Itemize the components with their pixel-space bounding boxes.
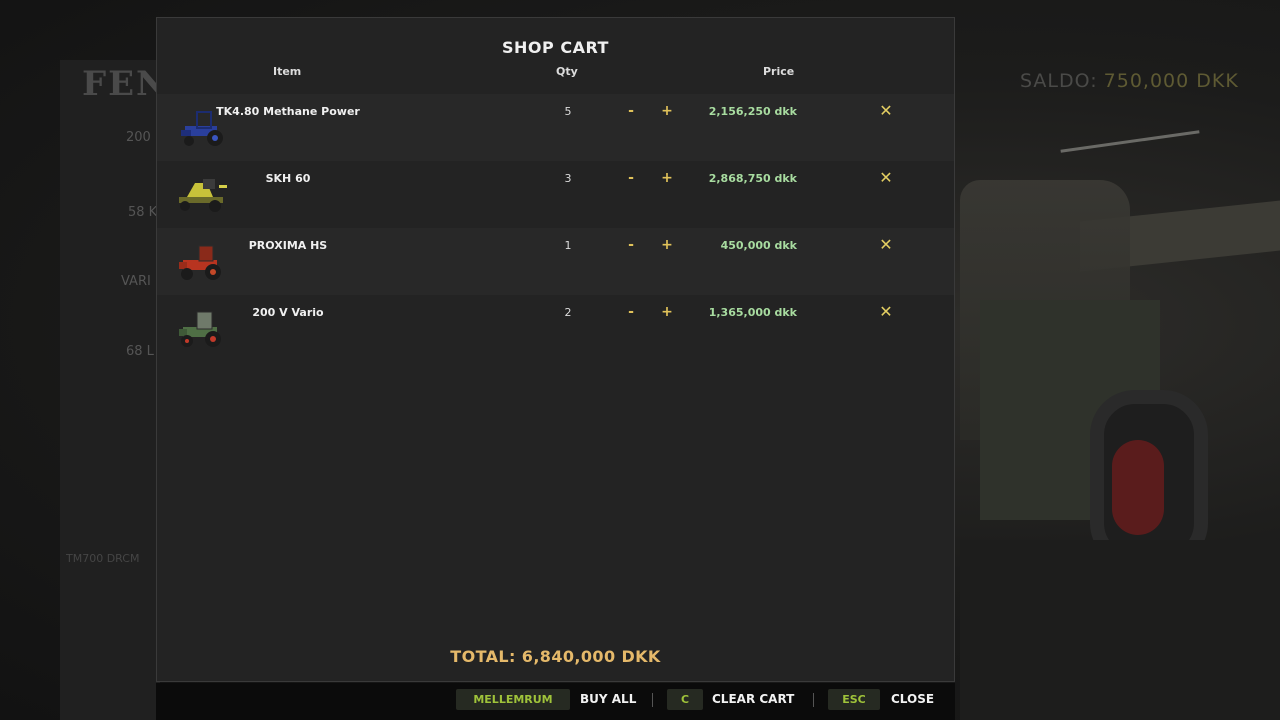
column-header-price: Price <box>763 65 795 78</box>
cart-row: 200 V Vario 2 - + 1,365,000 dkk ✕ <box>157 295 954 362</box>
item-name: PROXIMA HS <box>248 239 328 252</box>
remove-item-button[interactable]: ✕ <box>875 168 897 187</box>
balance-label: SALDO: <box>1020 70 1098 92</box>
background-floor <box>960 540 1280 720</box>
decrease-qty-button[interactable]: - <box>622 170 640 186</box>
column-header-qty: Qty <box>556 65 578 78</box>
cart-row: PROXIMA HS 1 - + 450,000 dkk ✕ <box>157 228 954 295</box>
cart-total: TOTAL: 6,840,000 DKK <box>450 647 661 666</box>
key-hint-space: MELLEMRUM <box>456 689 570 710</box>
column-header-item: Item <box>273 65 302 78</box>
item-name: TK4.80 Methane Power <box>216 105 360 118</box>
background-spec: 68 L <box>126 344 154 359</box>
background-wheel-hub <box>1112 440 1164 535</box>
background-spec: 200 <box>126 130 151 145</box>
item-qty: 5 <box>564 105 572 118</box>
shop-cart-dialog: SHOP CART Item Qty Price TK4.80 Methane … <box>156 17 955 682</box>
remove-item-button[interactable]: ✕ <box>875 101 897 120</box>
decrease-qty-button[interactable]: - <box>622 103 640 119</box>
item-qty: 3 <box>564 172 572 185</box>
background-vehicle-panel <box>60 60 160 720</box>
item-qty: 1 <box>564 239 572 252</box>
increase-qty-button[interactable]: + <box>658 237 676 253</box>
background-footer-hint: TM700 DRCM <box>66 552 140 565</box>
increase-qty-button[interactable]: + <box>658 304 676 320</box>
action-divider <box>813 693 814 707</box>
balance-value: 750,000 DKK <box>1103 70 1239 92</box>
key-hint-c: C <box>667 689 703 710</box>
background-spec: 58 K <box>128 205 158 220</box>
item-price: 2,868,750 dkk <box>708 172 797 185</box>
remove-item-button[interactable]: ✕ <box>875 302 897 321</box>
item-name: 200 V Vario <box>252 306 324 319</box>
cart-row: TK4.80 Methane Power 5 - + 2,156,250 dkk… <box>157 94 954 161</box>
item-price: 2,156,250 dkk <box>708 105 797 118</box>
cart-row: SKH 60 3 - + 2,868,750 dkk ✕ <box>157 161 954 228</box>
key-hint-esc: ESC <box>828 689 880 710</box>
decrease-qty-button[interactable]: - <box>622 304 640 320</box>
background-spec: VARI <box>121 274 151 289</box>
increase-qty-button[interactable]: + <box>658 103 676 119</box>
dialog-title: SHOP CART <box>502 38 609 57</box>
remove-item-button[interactable]: ✕ <box>875 235 897 254</box>
clear-cart-button[interactable]: CLEAR CART <box>712 689 794 710</box>
item-qty: 2 <box>564 306 572 319</box>
background-balance: SALDO: 750,000 DKK <box>1020 70 1239 92</box>
background-light-beam <box>1060 130 1200 153</box>
close-button[interactable]: CLOSE <box>891 689 934 710</box>
buy-all-button[interactable]: BUY ALL <box>580 689 636 710</box>
item-price: 1,365,000 dkk <box>708 306 797 319</box>
increase-qty-button[interactable]: + <box>658 170 676 186</box>
item-price: 450,000 dkk <box>720 239 797 252</box>
decrease-qty-button[interactable]: - <box>622 237 640 253</box>
action-bar: MELLEMRUM BUY ALL C CLEAR CART ESC CLOSE <box>156 683 955 720</box>
item-name: SKH 60 <box>265 172 311 185</box>
action-divider <box>652 693 653 707</box>
